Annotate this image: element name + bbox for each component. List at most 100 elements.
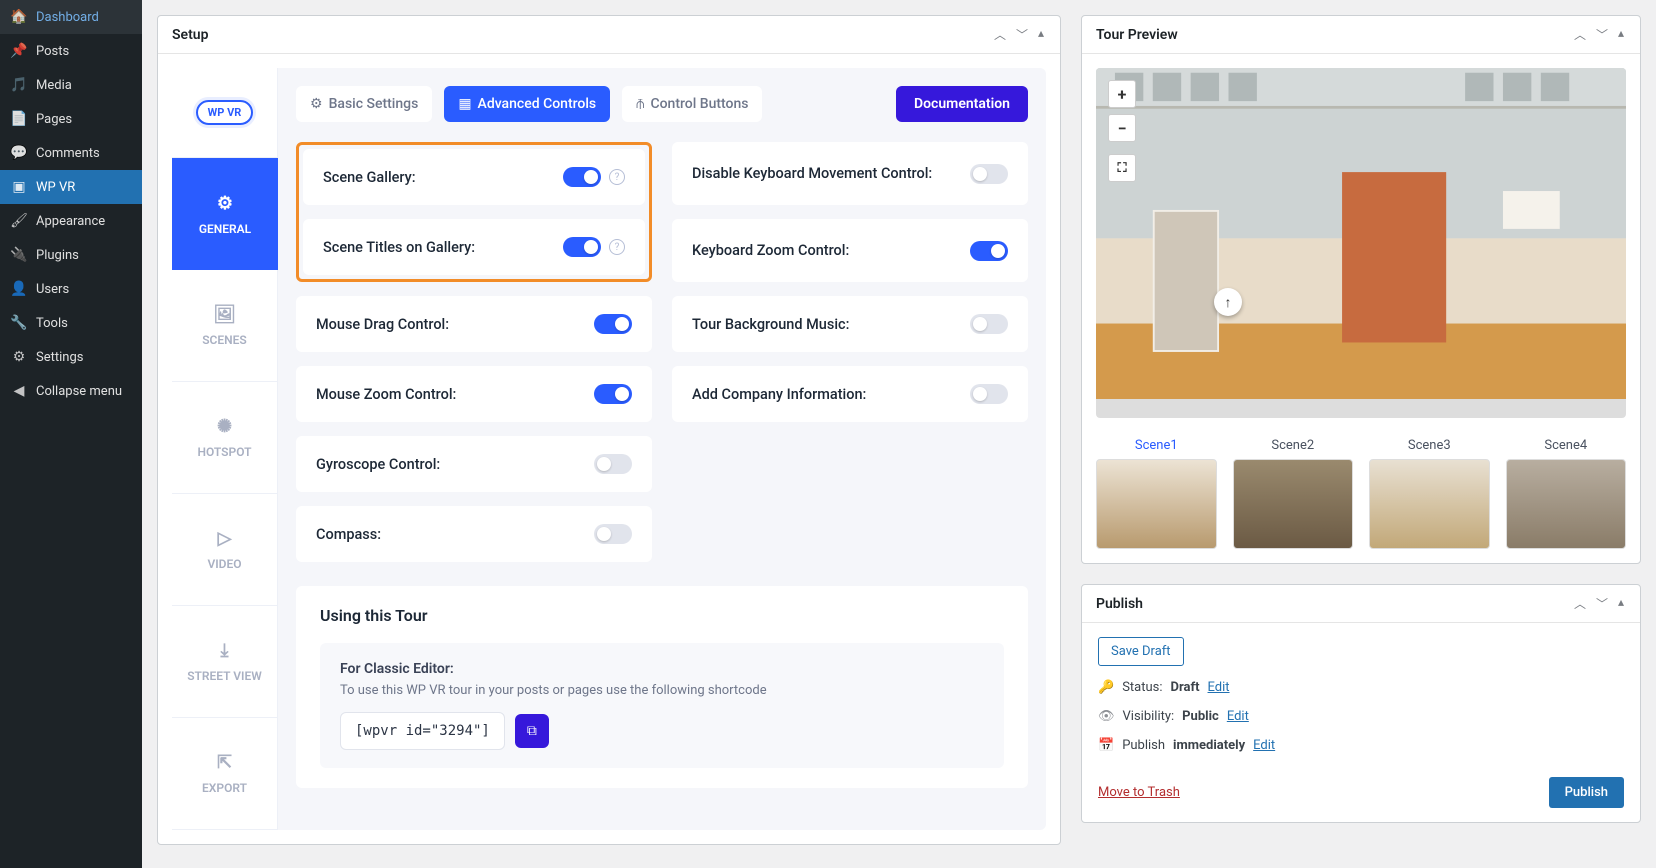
ctrl-scene-gallery: Scene Gallery: ? [303, 149, 645, 205]
toggle-disable-keyboard-move[interactable] [970, 164, 1008, 184]
tab-street-view[interactable]: ⤓STREET VIEW [172, 606, 278, 718]
documentation-button[interactable]: Documentation [896, 86, 1028, 122]
dashboard-icon: 🏠 [10, 8, 28, 26]
edit-publish-link[interactable]: Edit [1253, 738, 1275, 753]
fullscreen-button[interactable]: ⛶ [1108, 154, 1136, 182]
tab-general[interactable]: ⚙GENERAL [172, 158, 278, 270]
tab-hotspot[interactable]: ✺HOTSPOT [172, 382, 278, 494]
target-icon: ✺ [217, 416, 232, 437]
zoom-out-button[interactable]: − [1108, 114, 1136, 142]
shortcode-desc: To use this WP VR tour in your posts or … [340, 683, 984, 698]
ctrl-mouse-drag: Mouse Drag Control: [296, 296, 652, 352]
toggle-gyroscope[interactable] [594, 454, 632, 474]
nav-users[interactable]: 👤Users [0, 272, 142, 306]
using-tour-heading: Using this Tour [320, 606, 1004, 625]
tab-video[interactable]: ▷VIDEO [172, 494, 278, 606]
ctrl-compass: Compass: [296, 506, 652, 562]
hotspot-marker[interactable]: ↑ [1214, 288, 1242, 316]
nav-collapse[interactable]: ◀Collapse menu [0, 374, 142, 408]
shortcode-hint: For Classic Editor: [340, 661, 984, 677]
metabox-up-icon[interactable]: ︿ [992, 26, 1008, 43]
copy-shortcode-button[interactable]: ⧉ [515, 714, 549, 748]
tour-preview-metabox: Tour Preview ︿ ﹀ ▴ [1081, 15, 1641, 564]
eye-icon: 👁 [1098, 709, 1115, 724]
thumb-scene3[interactable]: Scene3 [1369, 438, 1490, 549]
main-content: Setup ︿ ﹀ ▴ WP VR ⚙GENERAL 🖼SCENES ✺HOTS… [142, 0, 1656, 868]
thumb-scene4[interactable]: Scene4 [1506, 438, 1627, 549]
nav-settings[interactable]: ⚙Settings [0, 340, 142, 374]
ctrl-gyroscope: Gyroscope Control: [296, 436, 652, 492]
toggle-scene-gallery[interactable] [563, 167, 601, 187]
streetview-icon: ⤓ [221, 640, 229, 661]
nav-tools[interactable]: 🔧Tools [0, 306, 142, 340]
ctrl-bg-music: Tour Background Music: [672, 296, 1028, 352]
publish-button[interactable]: Publish [1549, 777, 1624, 808]
metabox-down-icon[interactable]: ﹀ [1594, 595, 1610, 612]
thumb-scene2[interactable]: Scene2 [1233, 438, 1354, 549]
save-draft-button[interactable]: Save Draft [1098, 637, 1184, 666]
scene-render [1096, 68, 1626, 399]
nav-comments[interactable]: 💬Comments [0, 136, 142, 170]
plug-icon: 🔌 [10, 246, 28, 264]
subtab-buttons[interactable]: ⫚Control Buttons [622, 86, 762, 122]
metabox-collapse-icon[interactable]: ▴ [1036, 26, 1046, 43]
toggle-keyboard-zoom[interactable] [970, 241, 1008, 261]
page-icon: 📄 [10, 110, 28, 128]
toggle-mouse-zoom[interactable] [594, 384, 632, 404]
scene-thumbnails: Scene1 Scene2 Scene3 Scene4 [1096, 438, 1626, 549]
edit-visibility-link[interactable]: Edit [1227, 709, 1249, 724]
metabox-down-icon[interactable]: ﹀ [1014, 26, 1030, 43]
image-icon: 🖼 [213, 304, 236, 325]
info-icon[interactable]: ? [609, 169, 625, 185]
nav-media[interactable]: 🎵Media [0, 68, 142, 102]
tab-scenes[interactable]: 🖼SCENES [172, 270, 278, 382]
setup-title: Setup [172, 27, 208, 43]
metabox-collapse-icon[interactable]: ▴ [1616, 595, 1626, 612]
toggle-scene-titles[interactable] [563, 237, 601, 257]
thumb-scene1[interactable]: Scene1 [1096, 438, 1217, 549]
collapse-icon: ◀ [10, 382, 28, 400]
metabox-up-icon[interactable]: ︿ [1572, 595, 1588, 612]
export-icon: ⇱ [217, 752, 232, 773]
settings-icon: ⚙ [310, 96, 323, 112]
nav-plugins[interactable]: 🔌Plugins [0, 238, 142, 272]
tour-preview-title: Tour Preview [1096, 27, 1178, 43]
pin-icon: 📌 [10, 42, 28, 60]
subtab-advanced[interactable]: ▦Advanced Controls [444, 86, 610, 122]
nav-pages[interactable]: 📄Pages [0, 102, 142, 136]
wrench-icon: 🔧 [10, 314, 28, 332]
ctrl-keyboard-zoom: Keyboard Zoom Control: [672, 219, 1028, 282]
controls-icon: ⫚ [636, 96, 644, 112]
preview-viewport[interactable]: + − ⛶ ↑ [1096, 68, 1626, 418]
setup-metabox: Setup ︿ ﹀ ▴ WP VR ⚙GENERAL 🖼SCENES ✺HOTS… [157, 15, 1061, 845]
vr-icon: ▣ [10, 178, 28, 196]
setup-side-tabs: WP VR ⚙GENERAL 🖼SCENES ✺HOTSPOT ▷VIDEO ⤓… [172, 68, 278, 830]
toggle-company-info[interactable] [970, 384, 1008, 404]
metabox-collapse-icon[interactable]: ▴ [1616, 26, 1626, 43]
toggle-compass[interactable] [594, 524, 632, 544]
shortcode-field[interactable]: [wpvr id="3294"] [340, 712, 505, 750]
subtab-basic[interactable]: ⚙Basic Settings [296, 86, 432, 122]
key-icon: 🔑 [1098, 680, 1114, 695]
tab-export[interactable]: ⇱EXPORT [172, 718, 278, 830]
info-icon[interactable]: ? [609, 239, 625, 255]
calendar-icon: 📅 [1098, 738, 1114, 753]
nav-dashboard[interactable]: 🏠Dashboard [0, 0, 142, 34]
publish-title: Publish [1096, 596, 1143, 612]
wpvr-logo: WP VR [172, 68, 278, 158]
gear-icon: ⚙ [10, 348, 28, 366]
toggle-bg-music[interactable] [970, 314, 1008, 334]
video-icon: ▷ [218, 528, 232, 549]
highlighted-gallery-options: Scene Gallery: ? Scene Titles on Gallery… [296, 142, 652, 282]
metabox-down-icon[interactable]: ﹀ [1594, 26, 1610, 43]
nav-appearance[interactable]: 🖌Appearance [0, 204, 142, 238]
edit-status-link[interactable]: Edit [1208, 680, 1230, 695]
media-icon: 🎵 [10, 76, 28, 94]
nav-wpvr[interactable]: ▣WP VR [0, 170, 142, 204]
metabox-up-icon[interactable]: ︿ [1572, 26, 1588, 43]
zoom-in-button[interactable]: + [1108, 80, 1136, 108]
nav-posts[interactable]: 📌Posts [0, 34, 142, 68]
toggle-mouse-drag[interactable] [594, 314, 632, 334]
ctrl-mouse-zoom: Mouse Zoom Control: [296, 366, 652, 422]
move-to-trash-link[interactable]: Move to Trash [1098, 785, 1180, 800]
